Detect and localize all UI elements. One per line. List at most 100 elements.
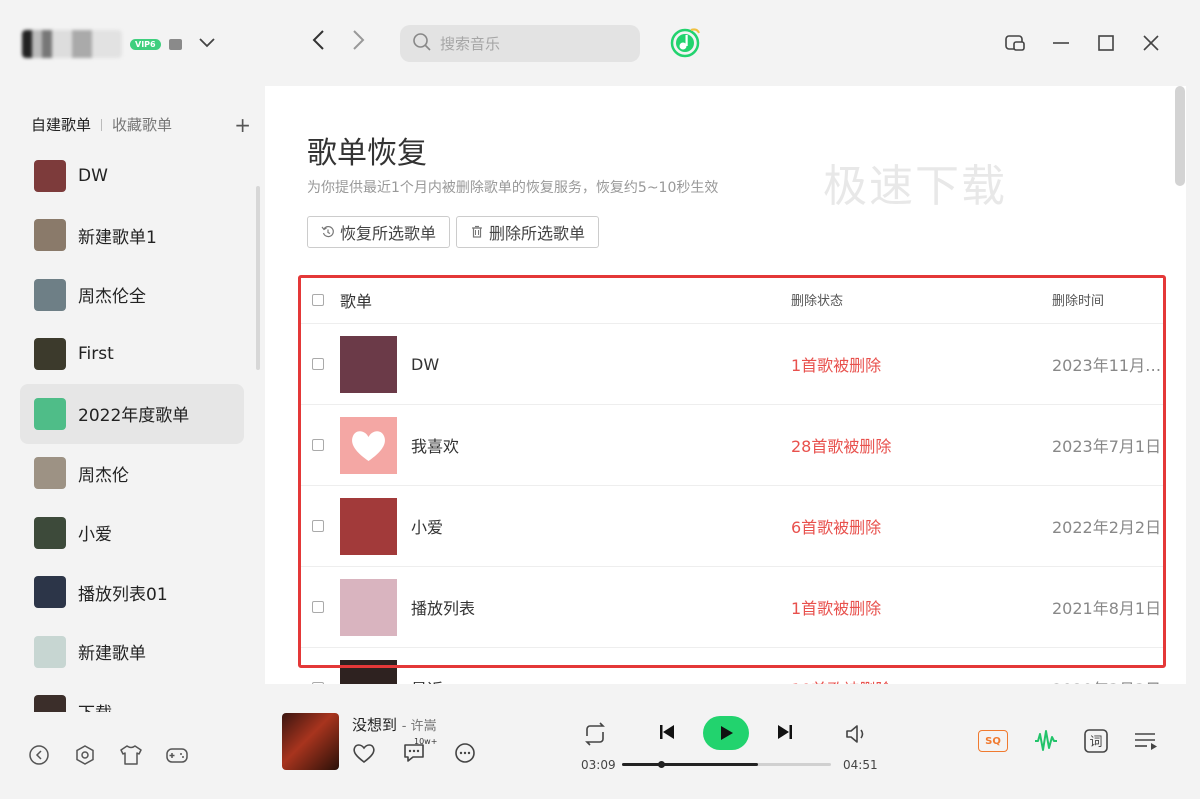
playlist-queue-icon[interactable] bbox=[1133, 728, 1159, 754]
row-checkbox[interactable] bbox=[312, 358, 324, 370]
more-icon[interactable] bbox=[454, 742, 476, 768]
restore-selected-button[interactable]: 恢复所选歌单 bbox=[307, 216, 451, 248]
sound-effect-icon[interactable] bbox=[1033, 728, 1059, 754]
sidebar-playlist-item[interactable]: 下载 bbox=[20, 682, 244, 712]
table-row[interactable]: 最近 10首歌被删除2020年3月3日 bbox=[300, 648, 1166, 684]
lyrics-button[interactable]: 词 bbox=[1083, 728, 1109, 754]
playlist-cover bbox=[34, 635, 66, 668]
lyrics-label: 词 bbox=[1089, 735, 1102, 750]
add-playlist-button[interactable]: + bbox=[234, 115, 251, 135]
search-input[interactable] bbox=[440, 34, 620, 53]
comment-count-badge: 10w+ bbox=[414, 737, 438, 746]
sidebar-playlist-item[interactable]: First bbox=[20, 325, 244, 385]
column-header-time: 删除时间 bbox=[1052, 294, 1105, 309]
playlist-cover bbox=[34, 219, 66, 252]
volume-icon[interactable] bbox=[843, 722, 871, 746]
next-icon[interactable] bbox=[775, 722, 795, 742]
sidebar-playlist-item[interactable]: DW bbox=[20, 146, 244, 206]
deleted-playlist-table: 歌单 删除状态 删除时间 DW 1首歌被删除 2023年11月6日 我喜欢 28首歌被删… bbox=[300, 276, 1166, 684]
sidebar-playlist-item[interactable]: 周杰伦 bbox=[20, 444, 244, 504]
table-row[interactable]: DW 1首歌被删除 2023年11月6日 bbox=[300, 324, 1166, 405]
playlist-cover bbox=[34, 457, 66, 490]
row-status: 1首歌被删除 bbox=[791, 356, 882, 375]
sidebar-playlist-item[interactable]: 周杰伦全 bbox=[20, 265, 244, 325]
playlist-name: 小爱 bbox=[78, 525, 112, 546]
play-button[interactable] bbox=[703, 716, 749, 750]
now-playing-cover[interactable] bbox=[282, 713, 339, 770]
row-checkbox[interactable] bbox=[312, 439, 324, 451]
table-row[interactable]: 播放列表 1首歌被删除 2021年8月1日 bbox=[300, 567, 1166, 648]
sound-quality-button[interactable]: SQ bbox=[978, 730, 1008, 752]
game-icon[interactable] bbox=[165, 743, 189, 767]
sidebar-playlist-item[interactable]: 新建歌单 bbox=[20, 622, 244, 682]
watermark: 极速下载 bbox=[823, 161, 1007, 212]
skin-icon[interactable] bbox=[119, 743, 143, 767]
main-panel: 歌单恢复 为你提供最近1个月内被删除歌单的恢复服务，恢复约5~10秒生效 极速下… bbox=[265, 86, 1186, 684]
settings-icon[interactable] bbox=[73, 743, 97, 767]
now-playing-info[interactable]: 没想到 - 许嵩 bbox=[352, 714, 437, 735]
row-name-cell: 播放列表 bbox=[340, 578, 791, 636]
playlist-name: First bbox=[78, 344, 114, 365]
playlist-list: DW 新建歌单1 周杰伦全 First 2022年度歌单周杰伦小爱播放列表01 新建歌单下… bbox=[20, 146, 256, 712]
maximize-icon[interactable] bbox=[1095, 32, 1117, 54]
playlist-name: 播放列表01 bbox=[78, 584, 168, 605]
select-all-checkbox[interactable] bbox=[312, 293, 324, 306]
row-checkbox[interactable] bbox=[312, 601, 324, 613]
search-box[interactable] bbox=[400, 25, 640, 62]
tab-divider bbox=[101, 118, 103, 131]
table-row[interactable]: 我喜欢 28首歌被删除 2023年7月1日 bbox=[300, 405, 1166, 486]
playlist-cover bbox=[34, 397, 66, 430]
progress-bar[interactable] bbox=[622, 761, 831, 768]
sidebar-scrollbar[interactable] bbox=[256, 186, 260, 370]
row-playlist-name: 小爱 bbox=[411, 518, 444, 537]
row-name-cell: 小爱 bbox=[340, 497, 791, 555]
row-cover bbox=[340, 335, 397, 393]
sidebar-toolbar bbox=[27, 743, 189, 767]
now-playing-artist[interactable]: - 许嵩 bbox=[402, 719, 437, 734]
playlist-name: 周杰伦 bbox=[78, 465, 129, 486]
restore-selected-label: 恢复所选歌单 bbox=[340, 224, 437, 243]
progress-knob[interactable] bbox=[657, 761, 665, 768]
heart-icon[interactable] bbox=[352, 742, 376, 768]
table-header: 歌单 删除状态 删除时间 bbox=[300, 276, 1166, 324]
back-button[interactable] bbox=[310, 28, 326, 57]
row-cover bbox=[340, 416, 397, 474]
row-playlist-name: 最近 bbox=[411, 676, 443, 684]
playlist-tabs: 自建歌单 收藏歌单 + bbox=[31, 114, 251, 135]
repeat-icon[interactable] bbox=[581, 722, 609, 746]
action-bar: 恢复所选歌单 删除所选歌单 bbox=[307, 216, 600, 248]
sidebar-playlist-item[interactable]: 小爱 bbox=[20, 503, 244, 563]
avatar[interactable] bbox=[22, 30, 122, 58]
music-logo-icon[interactable] bbox=[669, 25, 703, 59]
table-row[interactable]: 小爱 6首歌被删除 2022年2月2日 bbox=[300, 486, 1166, 567]
shield-icon bbox=[168, 38, 182, 50]
playlist-cover bbox=[34, 695, 66, 712]
sidebar-playlist-item[interactable]: 新建歌单1 bbox=[20, 206, 244, 266]
row-status: 10首歌被删除 bbox=[791, 676, 1052, 684]
row-playlist-name: 我喜欢 bbox=[411, 437, 460, 456]
back-circle-icon[interactable] bbox=[27, 743, 51, 767]
sidebar-playlist-item[interactable]: 2022年度歌单 bbox=[20, 384, 244, 444]
tab-favorite-playlists[interactable]: 收藏歌单 bbox=[112, 114, 172, 135]
forward-button[interactable] bbox=[351, 28, 367, 57]
tab-created-playlists[interactable]: 自建歌单 bbox=[31, 114, 91, 135]
row-playlist-name: DW bbox=[411, 354, 440, 374]
sidebar-playlist-item[interactable]: 播放列表01 bbox=[20, 563, 244, 623]
main-scrollbar[interactable] bbox=[1175, 86, 1185, 186]
previous-icon[interactable] bbox=[657, 722, 677, 742]
row-status: 6首歌被删除 bbox=[791, 518, 882, 537]
minimize-icon[interactable] bbox=[1050, 32, 1072, 54]
row-cover bbox=[340, 659, 397, 684]
row-checkbox[interactable] bbox=[312, 520, 324, 532]
playlist-name: 新建歌单1 bbox=[78, 227, 157, 248]
playlist-name: 新建歌单 bbox=[78, 644, 146, 665]
mini-mode-icon[interactable] bbox=[1004, 32, 1026, 54]
playlist-cover bbox=[34, 576, 66, 609]
now-playing-title[interactable]: 没想到 bbox=[352, 716, 397, 734]
close-icon[interactable] bbox=[1140, 32, 1162, 54]
delete-selected-button[interactable]: 删除所选歌单 bbox=[456, 216, 600, 248]
row-playlist-name: 播放列表 bbox=[411, 599, 476, 618]
restore-icon bbox=[321, 225, 334, 238]
user-profile[interactable]: VIP6 bbox=[22, 30, 216, 58]
chevron-down-icon[interactable] bbox=[198, 36, 216, 52]
